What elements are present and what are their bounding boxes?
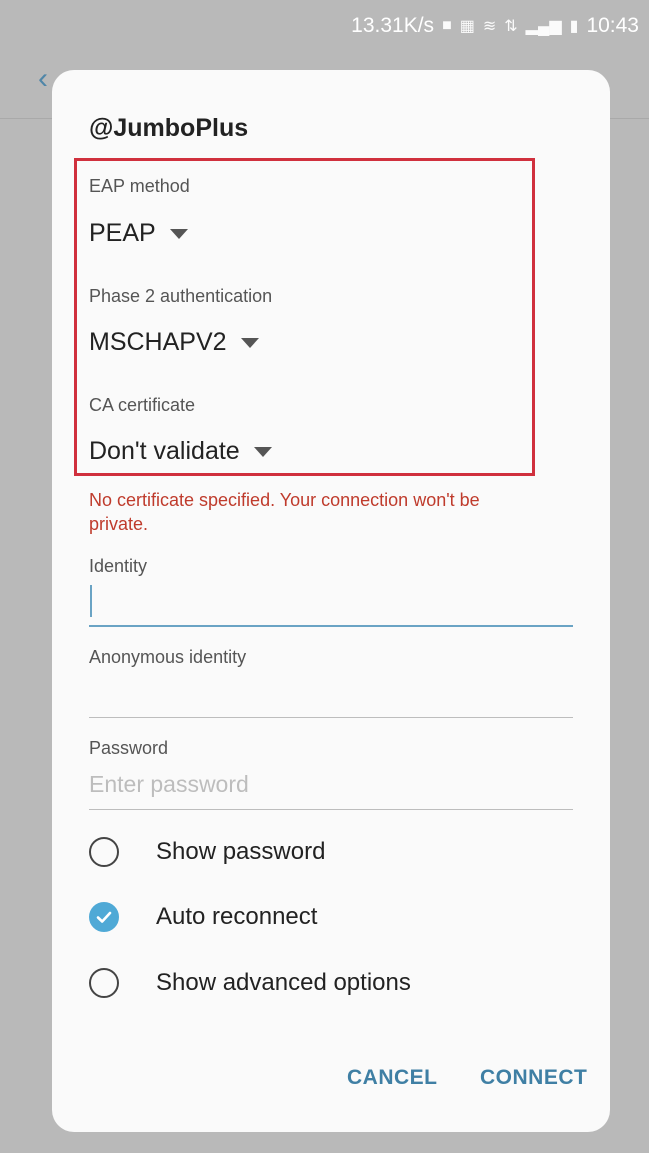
show-password-checkbox[interactable] [89, 837, 119, 867]
auto-reconnect-option[interactable]: Auto reconnect [89, 902, 317, 932]
cancel-button[interactable]: CANCEL [347, 1066, 438, 1090]
clock: 10:43 [586, 14, 639, 37]
wifi-icon: ≋ [482, 18, 497, 35]
eap-method-label: EAP method [89, 176, 190, 196]
password-input[interactable] [89, 767, 573, 801]
caret-down-icon [169, 228, 188, 239]
eap-method-dropdown[interactable]: PEAP [89, 219, 188, 248]
back-arrow-icon: ‹ [38, 62, 48, 95]
ca-certificate-dropdown[interactable]: Don't validate [89, 437, 272, 466]
identity-input[interactable] [89, 584, 573, 618]
battery-icon: ▮ [569, 18, 579, 35]
data-icon: ⇅ [504, 18, 518, 35]
show-password-option[interactable]: Show password [89, 837, 325, 867]
phase2-label: Phase 2 authentication [89, 286, 273, 306]
notification-icon: ■ [442, 17, 452, 34]
network-speed: 13.31K/s [351, 14, 435, 37]
phase2-dropdown[interactable]: MSCHAPV2 [89, 328, 259, 357]
auto-reconnect-checkbox[interactable] [89, 902, 119, 932]
anonymous-identity-input[interactable] [89, 678, 573, 712]
volte-icon: ▦ [459, 18, 475, 35]
dialog-title: @JumboPlus [89, 114, 249, 142]
password-label: Password [89, 738, 169, 758]
caret-down-icon [253, 446, 272, 457]
eap-method-value: PEAP [89, 219, 156, 247]
anonymous-identity-underline [89, 717, 573, 718]
wifi-connect-dialog: @JumboPlus EAP method PEAP Phase 2 authe… [52, 70, 610, 1132]
show-advanced-option[interactable]: Show advanced options [89, 968, 411, 998]
identity-label: Identity [89, 556, 148, 576]
connect-button[interactable]: CONNECT [480, 1066, 587, 1090]
text-cursor [90, 585, 92, 617]
phase2-value: MSCHAPV2 [89, 328, 227, 356]
identity-underline [89, 625, 573, 627]
show-advanced-checkbox[interactable] [89, 968, 119, 998]
checkmark-icon [96, 911, 112, 923]
highlight-box [74, 158, 535, 476]
certificate-warning: No certificate specified. Your connectio… [89, 490, 480, 534]
password-underline [89, 809, 573, 810]
ca-certificate-value: Don't validate [89, 437, 240, 465]
caret-down-icon [240, 337, 259, 348]
ca-certificate-label: CA certificate [89, 395, 196, 415]
show-password-label: Show password [156, 838, 326, 865]
show-advanced-label: Show advanced options [156, 969, 411, 996]
status-bar: 13.31K/s ■ ▦ ≋ ⇅ ▂▄▆ ▮ 10:43 [0, 0, 649, 52]
auto-reconnect-label: Auto reconnect [156, 903, 318, 930]
signal-icon: ▂▄▆ [525, 18, 562, 35]
anonymous-identity-label: Anonymous identity [89, 647, 247, 667]
